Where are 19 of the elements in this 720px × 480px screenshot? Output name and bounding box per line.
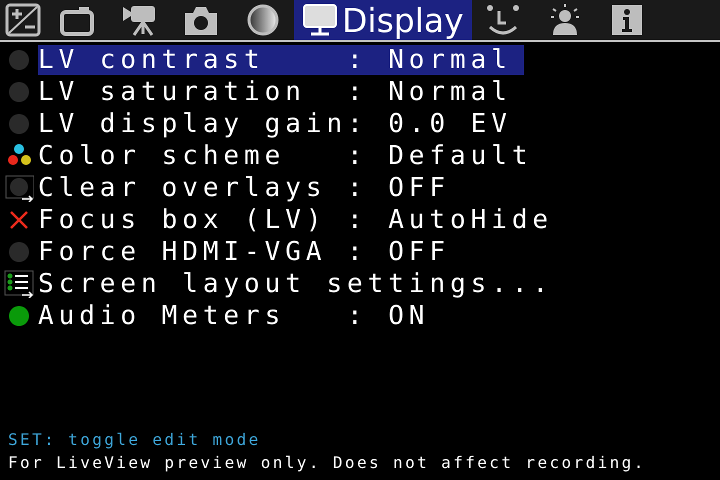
- smiley-icon: [484, 3, 521, 37]
- movie-camera-icon: [121, 3, 157, 37]
- menu-item[interactable]: Color scheme : Default: [38, 141, 544, 171]
- help-text: SET: toggle edit mode: [8, 430, 262, 449]
- exposure-compensation-icon: [5, 3, 41, 37]
- menu-item[interactable]: Force HDMI-VGA : OFF: [38, 237, 462, 267]
- menu-item[interactable]: Audio Meters : ON: [38, 301, 442, 331]
- gradient-circle-icon: [245, 3, 281, 37]
- menu-item[interactable]: LV saturation : Normal: [38, 77, 524, 107]
- menu-item[interactable]: Screen layout settings...: [38, 269, 566, 299]
- menu-item[interactable]: LV contrast : Normal: [38, 45, 524, 75]
- monitor-icon: [302, 3, 338, 37]
- info-text: For LiveView preview only. Does not affect recording.: [8, 453, 647, 472]
- menu-item[interactable]: LV display gain: 0.0 EV: [38, 109, 524, 139]
- menu-tab[interactable]: Display: [294, 0, 472, 40]
- menu-item[interactable]: Clear overlays : OFF: [38, 173, 462, 203]
- submenu-list-icon: [4, 270, 34, 298]
- submenu-indicator-icon: [4, 174, 34, 202]
- menu-item[interactable]: Focus box (LV) : AutoHide: [38, 205, 566, 235]
